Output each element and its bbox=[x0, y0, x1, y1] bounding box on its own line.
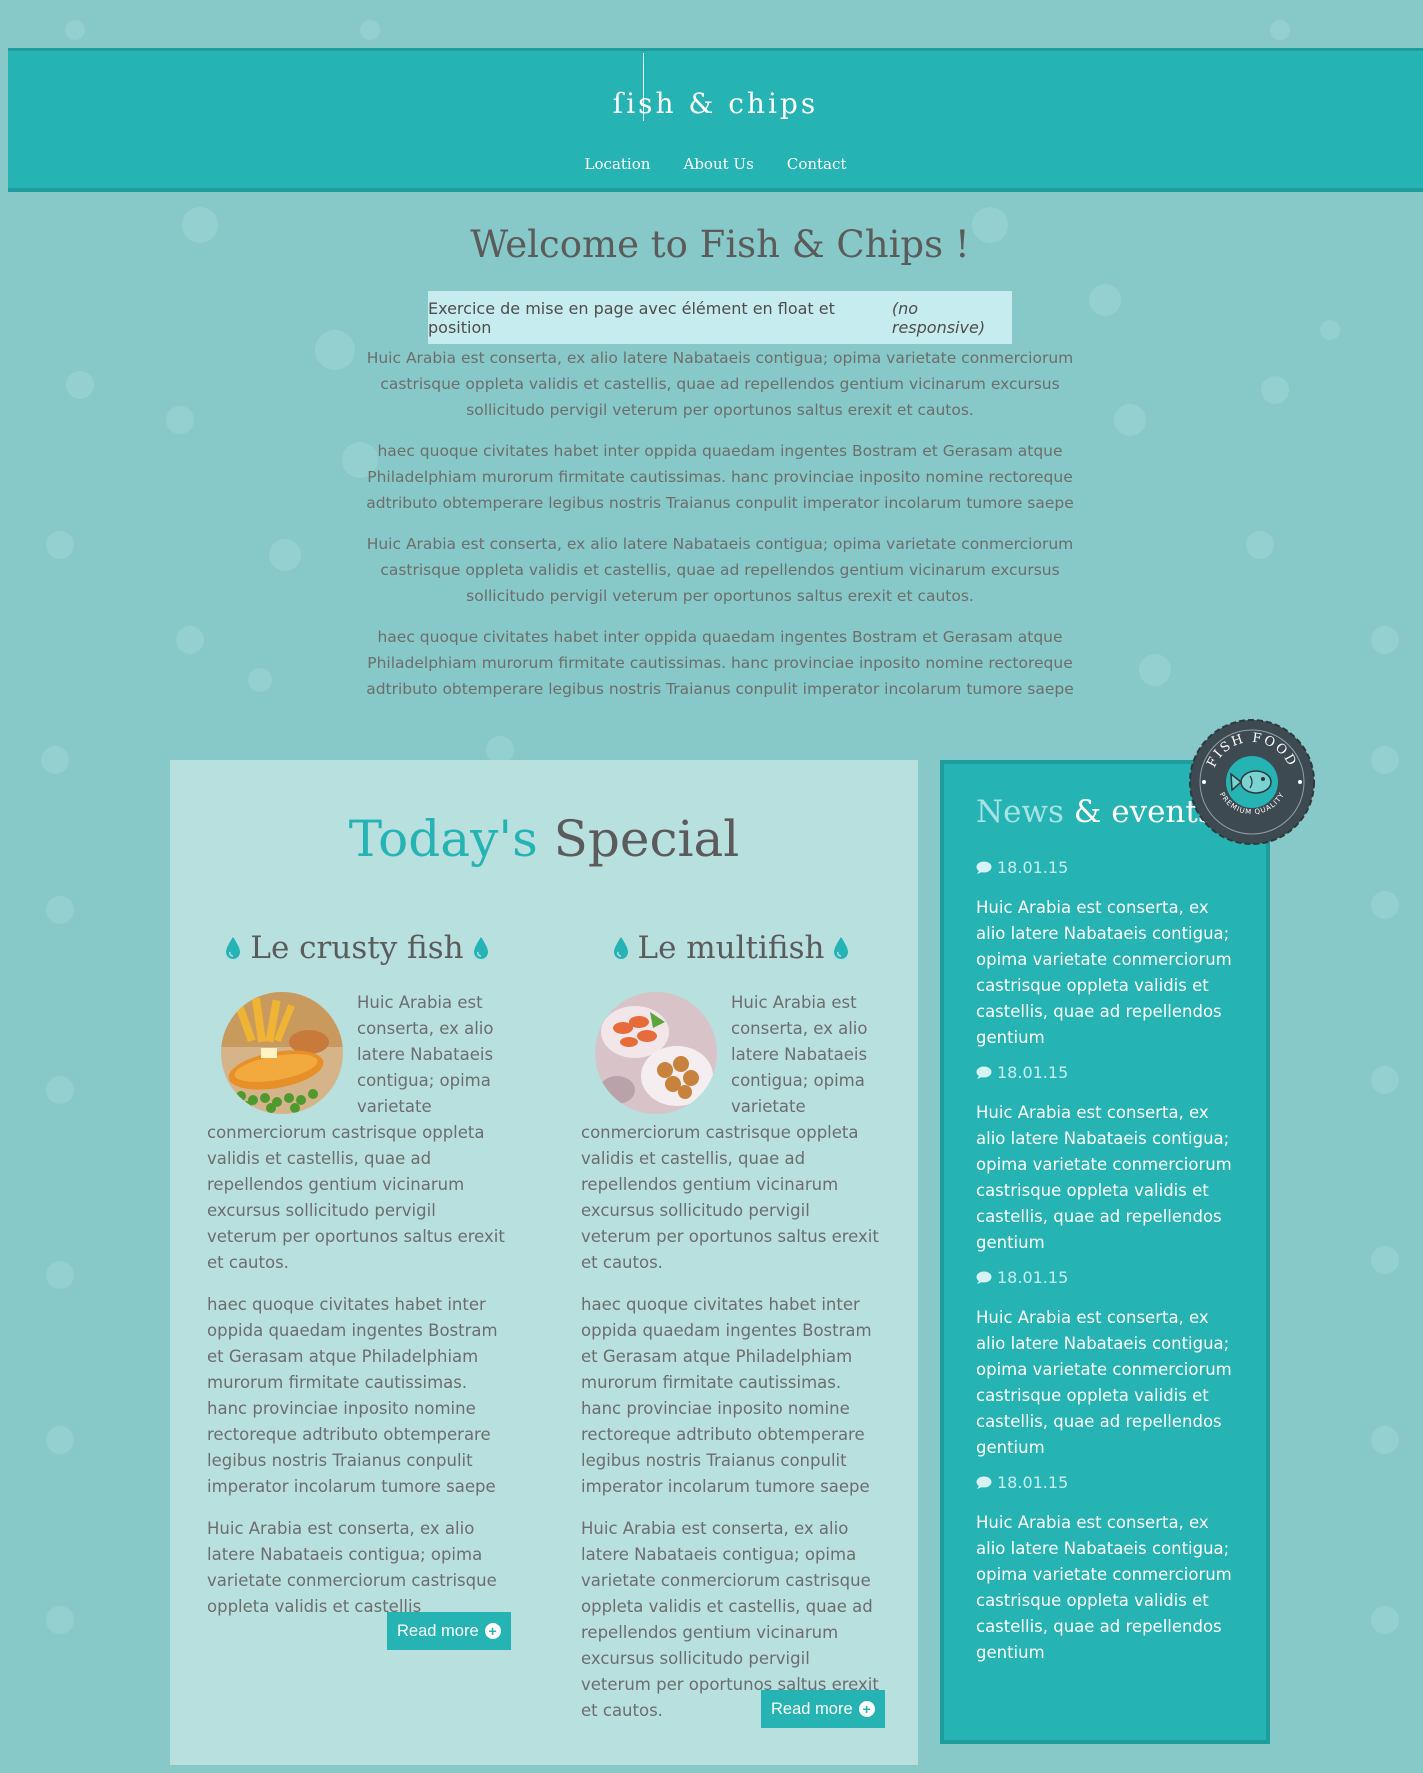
read-more-label: Read more bbox=[771, 1699, 853, 1718]
dish-title: Le crusty fish bbox=[207, 930, 507, 966]
dish-photo-fish-and-chips bbox=[221, 992, 343, 1114]
intro-callout: Exercice de mise en page avec élément en… bbox=[428, 291, 1012, 344]
dish-description: Huic Arabia est conserta, ex alio latere… bbox=[207, 1519, 497, 1616]
read-more-label: Read more bbox=[397, 1621, 479, 1640]
water-drop-icon bbox=[834, 937, 849, 959]
news-text: Huic Arabia est conserta, ex alio latere… bbox=[976, 1103, 1232, 1252]
intro-paragraph: Huic Arabia est conserta, ex alio latere… bbox=[366, 535, 1074, 605]
news-events-panel: News & events 18.01.15 Huic Arabia est c… bbox=[940, 760, 1270, 1744]
plus-circle-icon: + bbox=[484, 1623, 501, 1639]
news-text: Huic Arabia est conserta, ex alio latere… bbox=[976, 1308, 1232, 1457]
specials-title: Today's Special bbox=[170, 810, 918, 868]
nav-link-location[interactable]: Location bbox=[585, 155, 651, 173]
news-date-text: 18.01.15 bbox=[997, 1473, 1069, 1492]
callout-text: Exercice de mise en page avec élément en… bbox=[428, 298, 835, 337]
dish-card-multifish: Le multifish Huic Arabia est conserta, e… bbox=[581, 930, 881, 1740]
speech-bubble-icon bbox=[976, 1476, 992, 1489]
nav-link-about-us[interactable]: About Us bbox=[684, 155, 754, 173]
news-item[interactable]: 18.01.15 Huic Arabia est conserta, ex al… bbox=[976, 1063, 1236, 1256]
dish-title-text: Le crusty fish bbox=[250, 930, 464, 966]
news-text: Huic Arabia est conserta, ex alio latere… bbox=[976, 1513, 1232, 1662]
read-more-button[interactable]: Read more + bbox=[761, 1690, 885, 1728]
fish-food-badge: FISH FOOD PREMIUM QUALITY bbox=[1189, 719, 1315, 845]
callout-emphasis: (no responsive) bbox=[891, 298, 986, 337]
water-drop-icon bbox=[226, 937, 241, 959]
speech-bubble-icon bbox=[976, 1066, 992, 1079]
site-header: ſish & chips Location About Us Contact bbox=[8, 48, 1423, 192]
news-list: 18.01.15 Huic Arabia est conserta, ex al… bbox=[976, 858, 1236, 1678]
dish-card-crusty-fish: Le crusty fish Huic Arabia est conserta,… bbox=[207, 930, 507, 1636]
intro-text: Huic Arabia est conserta, ex alio latere… bbox=[355, 345, 1085, 717]
water-drop-icon bbox=[613, 937, 628, 959]
main-nav: Location About Us Contact bbox=[8, 154, 1423, 173]
news-title-muted: News bbox=[976, 794, 1064, 830]
plus-circle-icon: + bbox=[858, 1701, 875, 1717]
read-more-button[interactable]: Read more + bbox=[387, 1612, 511, 1650]
intro-paragraph: haec quoque civitates habet inter oppida… bbox=[366, 628, 1074, 698]
todays-special-section: Today's Special Le crusty fish Huic Arab… bbox=[170, 760, 918, 1765]
news-item[interactable]: 18.01.15 Huic Arabia est conserta, ex al… bbox=[976, 858, 1236, 1051]
news-text: Huic Arabia est conserta, ex alio latere… bbox=[976, 898, 1232, 1047]
news-date-text: 18.01.15 bbox=[997, 1063, 1069, 1082]
news-item[interactable]: 18.01.15 Huic Arabia est conserta, ex al… bbox=[976, 1473, 1236, 1666]
news-item[interactable]: 18.01.15 Huic Arabia est conserta, ex al… bbox=[976, 1268, 1236, 1461]
dish-description: haec quoque civitates habet inter oppida… bbox=[581, 1295, 872, 1496]
specials-title-rest: Special bbox=[537, 810, 740, 868]
speech-bubble-icon bbox=[976, 1271, 992, 1284]
news-date: 18.01.15 bbox=[976, 858, 1236, 877]
news-date-text: 18.01.15 bbox=[997, 1268, 1069, 1287]
dish-description: haec quoque civitates habet inter oppida… bbox=[207, 1295, 498, 1496]
news-date: 18.01.15 bbox=[976, 1473, 1236, 1492]
intro-paragraph: Huic Arabia est conserta, ex alio latere… bbox=[366, 349, 1074, 419]
speech-bubble-icon bbox=[976, 861, 992, 874]
intro-paragraph: haec quoque civitates habet inter oppida… bbox=[366, 442, 1074, 512]
nav-link-contact[interactable]: Contact bbox=[787, 155, 847, 173]
news-date: 18.01.15 bbox=[976, 1063, 1236, 1082]
news-date: 18.01.15 bbox=[976, 1268, 1236, 1287]
water-drop-icon bbox=[473, 937, 488, 959]
news-title: News & events bbox=[976, 794, 1214, 830]
dish-photo-seafood bbox=[595, 992, 717, 1114]
site-logo[interactable]: ſish & chips bbox=[8, 87, 1423, 120]
specials-title-accent: Today's bbox=[348, 810, 538, 868]
page-title: Welcome to Fish & Chips ! bbox=[470, 223, 970, 266]
dish-title: Le multifish bbox=[581, 930, 881, 966]
news-date-text: 18.01.15 bbox=[997, 858, 1069, 877]
dish-title-text: Le multifish bbox=[637, 930, 825, 966]
